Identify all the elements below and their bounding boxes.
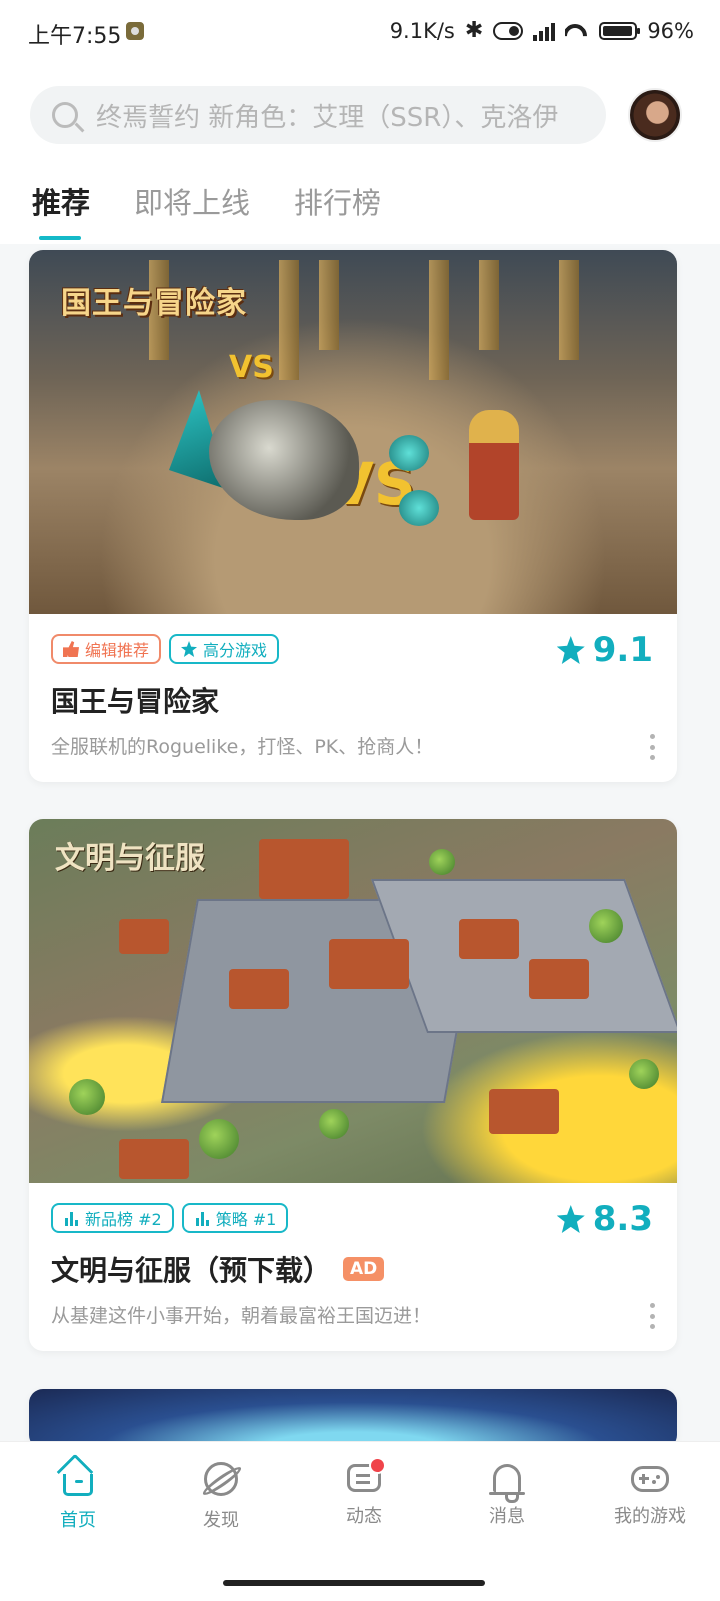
badge-strategy-ranking: 策略 #1 xyxy=(181,1203,289,1233)
game-rating: 8.3 xyxy=(556,1199,653,1239)
bottom-navigation: 首页 发现 动态 消息 我的游戏 xyxy=(0,1441,720,1601)
tab-recommend[interactable]: 推荐 xyxy=(32,180,90,240)
notification-icon xyxy=(126,22,144,40)
banner-logo: 国王与冒险家 xyxy=(61,286,247,321)
notification-dot xyxy=(369,1457,386,1474)
rank-icon xyxy=(193,1210,210,1226)
game-card[interactable] xyxy=(29,1389,677,1449)
game-banner-image[interactable] xyxy=(29,1389,677,1449)
header: 终焉誓约 新角色：艾理（SSR）、克洛伊 推荐 即将上线 排行榜 xyxy=(0,64,720,244)
nav-feed[interactable]: 动态 xyxy=(328,1457,400,1532)
game-rating: 9.1 xyxy=(556,630,653,670)
gamepad-icon xyxy=(631,1466,669,1492)
signal-icon xyxy=(533,21,556,41)
user-avatar[interactable] xyxy=(628,88,682,142)
game-banner-image[interactable]: 文明与征服 xyxy=(29,819,677,1183)
bell-icon xyxy=(489,1464,525,1503)
status-indicators: 9.1K/s ✱ 96% xyxy=(390,18,694,43)
nav-discover[interactable]: 发现 xyxy=(185,1458,257,1532)
star-icon xyxy=(556,636,585,664)
battery-icon xyxy=(599,21,641,40)
game-description: 全服联机的Roguelike，打怪、PK、抢商人！ xyxy=(51,736,434,758)
more-options-icon[interactable] xyxy=(649,734,655,760)
battery-percent: 96% xyxy=(647,18,694,43)
nav-my-games[interactable]: 我的游戏 xyxy=(614,1458,686,1532)
nav-home[interactable]: 首页 xyxy=(42,1458,114,1532)
bluetooth-icon: ✱ xyxy=(464,18,484,43)
discover-planet-icon xyxy=(204,1462,238,1496)
game-card[interactable]: 文明与征服 新品榜 #2 策略 #1 8.3 文明与征服（预下载） AD 从基建… xyxy=(29,819,677,1351)
status-time: 上午7:55 xyxy=(28,24,122,49)
game-description: 从基建这件小事开始，朝着最富裕王国迈进！ xyxy=(51,1305,432,1327)
wifi-icon xyxy=(565,22,589,40)
thumbs-up-icon xyxy=(63,641,79,657)
home-icon xyxy=(63,1474,93,1496)
tab-ranking[interactable]: 排行榜 xyxy=(294,180,381,240)
game-info: 编辑推荐 高分游戏 9.1 国王与冒险家 全服联机的Roguelike，打怪、P… xyxy=(29,614,677,782)
game-info: 新品榜 #2 策略 #1 8.3 文明与征服（预下载） AD 从基建这件小事开始… xyxy=(29,1183,677,1351)
star-badge-icon xyxy=(181,641,198,657)
rank-icon xyxy=(63,1210,79,1226)
badge-new-ranking: 新品榜 #2 xyxy=(51,1203,174,1233)
game-card[interactable]: 国王与冒险家 VS VS 编辑推荐 高分游戏 9.1 国王与冒险家 全服联机的R… xyxy=(29,250,677,782)
gesture-home-bar[interactable] xyxy=(223,1580,485,1586)
tab-upcoming[interactable]: 即将上线 xyxy=(134,180,250,240)
status-bar: 上午7:55 9.1K/s ✱ 96% xyxy=(0,0,720,64)
game-title[interactable]: 国王与冒险家 xyxy=(51,680,219,720)
search-icon xyxy=(52,102,78,128)
banner-logo: 文明与征服 xyxy=(55,841,205,876)
badge-list: 新品榜 #2 策略 #1 xyxy=(51,1203,289,1233)
more-options-icon[interactable] xyxy=(649,1303,655,1329)
search-placeholder: 终焉誓约 新角色：艾理（SSR）、克洛伊 xyxy=(96,102,559,133)
badge-high-score: 高分游戏 xyxy=(169,634,280,664)
badge-list: 编辑推荐 高分游戏 xyxy=(51,634,280,664)
nfc-toggle-icon xyxy=(493,21,524,40)
badge-editor-pick: 编辑推荐 xyxy=(51,634,162,664)
star-icon xyxy=(556,1205,585,1233)
feed-chat-icon xyxy=(347,1457,386,1492)
game-title[interactable]: 文明与征服（预下载） AD xyxy=(51,1249,385,1289)
ad-badge: AD xyxy=(343,1257,385,1281)
search-bar[interactable]: 终焉誓约 新角色：艾理（SSR）、克洛伊 xyxy=(30,86,606,144)
nav-messages[interactable]: 消息 xyxy=(471,1458,543,1532)
network-speed: 9.1K/s xyxy=(389,18,455,43)
top-tabs: 推荐 即将上线 排行榜 xyxy=(32,180,381,240)
game-banner-image[interactable]: 国王与冒险家 VS VS xyxy=(29,250,677,614)
